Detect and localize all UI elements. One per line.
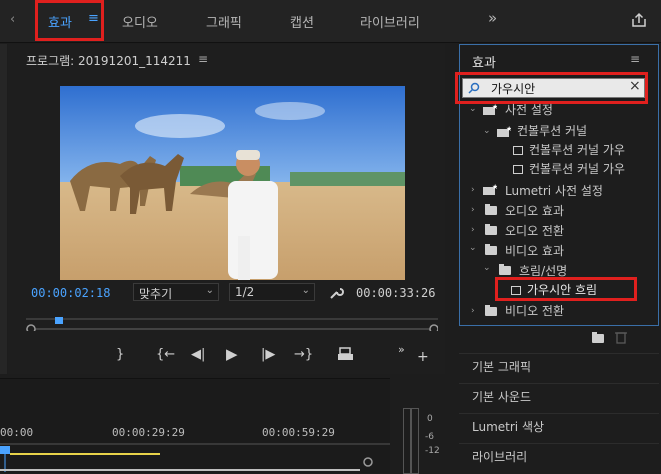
go-to-out-icon[interactable]: →}	[294, 347, 313, 362]
svg-text:★: ★	[492, 104, 497, 111]
playhead[interactable]	[55, 317, 63, 324]
scrubber-end-handle[interactable]	[429, 324, 438, 331]
video-frame	[60, 86, 405, 280]
effects-tab-highlight	[35, 0, 104, 41]
tree-item-audio-effects[interactable]: 오디오 효과	[505, 202, 564, 219]
meter-label: -6	[425, 432, 434, 442]
folder-icon	[485, 305, 497, 316]
chevron-down-icon: ⌄	[205, 285, 214, 296]
export-frame-icon[interactable]	[337, 347, 355, 361]
timeline-time-label: 00:00:29:29	[112, 426, 185, 439]
collapse-chevron-icon[interactable]: ›	[471, 306, 475, 316]
add-button-icon[interactable]: +	[417, 349, 429, 365]
wrench-icon[interactable]	[328, 285, 344, 301]
audio-meter: 0 -6 -12	[395, 400, 445, 474]
expand-chevron-icon[interactable]: ⌄	[483, 263, 491, 273]
current-timecode[interactable]: 00:00:02:18	[31, 286, 110, 300]
play-icon[interactable]: ▶	[226, 345, 238, 363]
tree-item-presets[interactable]: 사전 설정	[505, 101, 553, 118]
gaussian-blur-highlight	[495, 277, 637, 301]
meter-bar-right	[411, 408, 419, 474]
resolution-dropdown-value: 1/2	[235, 285, 255, 299]
tree-item-convolution-gaussian-1[interactable]: 컨볼루션 커널 가우	[529, 141, 625, 158]
expand-chevron-icon[interactable]: ⌄	[469, 104, 477, 114]
meter-label: -12	[425, 446, 440, 456]
effects-panel-title: 효과	[472, 56, 496, 71]
new-bin-icon[interactable]	[592, 332, 604, 343]
panel-label: 기본 그래픽	[472, 360, 532, 374]
workspace-tab-captions[interactable]: 캡션	[290, 12, 314, 31]
expand-chevron-icon[interactable]: ⌄	[469, 243, 477, 253]
step-back-icon[interactable]: ◀|	[191, 347, 205, 362]
panel-label: Lumetri 색상	[472, 420, 545, 434]
preset-folder-icon: ★	[483, 104, 497, 115]
share-icon[interactable]	[630, 11, 648, 29]
more-workspaces-icon[interactable]: »	[488, 9, 497, 27]
timeline-ruler[interactable]	[0, 440, 390, 472]
workspace-tab-audio[interactable]: 오디오	[122, 12, 158, 31]
tree-item-convolution-kernel[interactable]: 컨볼루션 커널	[517, 122, 587, 139]
left-arrow-icon[interactable]: ‹	[10, 12, 15, 27]
more-controls-icon[interactable]: »	[398, 343, 405, 356]
folder-icon	[485, 204, 497, 215]
mark-in-out-icon[interactable]: }	[116, 347, 124, 362]
svg-text:★: ★	[492, 184, 497, 191]
panel-lumetri-color[interactable]: Lumetri 색상	[459, 413, 659, 438]
chevron-down-icon: ⌄	[301, 285, 310, 296]
panel-essential-graphics[interactable]: 기본 그래픽	[459, 353, 659, 378]
collapse-chevron-icon[interactable]: ›	[471, 225, 475, 235]
panel-essential-sound[interactable]: 기본 사운드	[459, 383, 659, 408]
tree-item-video-effects[interactable]: 비디오 효과	[505, 242, 564, 259]
meter-label: 0	[427, 414, 433, 424]
workspace-tab-graphics[interactable]: 그래픽	[206, 12, 242, 31]
timeline-time-label: 00:00	[0, 426, 34, 439]
preset-folder-icon: ★	[483, 184, 497, 195]
collapse-chevron-icon[interactable]: ›	[471, 205, 475, 215]
folder-icon	[499, 264, 511, 275]
panel-label: 라이브러리	[472, 450, 528, 464]
go-to-in-icon[interactable]: {←	[156, 347, 175, 362]
collapse-chevron-icon[interactable]: ›	[471, 185, 475, 195]
zoom-handle[interactable]	[363, 457, 373, 467]
effects-panel-menu-icon[interactable]: ≡	[630, 52, 640, 66]
duration-timecode: 00:00:33:26	[356, 286, 436, 300]
resolution-dropdown[interactable]: 1/2 ⌄	[229, 283, 315, 301]
effect-preset-icon	[513, 146, 523, 155]
scrubber-start-handle[interactable]	[26, 324, 36, 331]
timeline-time-label: 00:00:59:29	[262, 426, 335, 439]
panel-label: 기본 사운드	[472, 390, 532, 404]
folder-icon	[485, 224, 497, 235]
preset-folder-icon: ★	[497, 126, 511, 137]
expand-chevron-icon[interactable]: ⌄	[483, 126, 491, 136]
step-forward-icon[interactable]: |▶	[261, 347, 275, 362]
left-panel-edge	[0, 44, 7, 374]
panel-libraries[interactable]: 라이브러리	[459, 443, 659, 468]
tree-item-video-transitions[interactable]: 비디오 전환	[505, 302, 564, 319]
meter-bar-left	[403, 408, 411, 474]
search-highlight	[455, 72, 648, 104]
tree-item-audio-transitions[interactable]: 오디오 전환	[505, 222, 564, 239]
workspace-tab-libraries[interactable]: 라이브러리	[360, 12, 420, 31]
program-menu-icon[interactable]: ≡	[198, 52, 208, 66]
program-scrubber[interactable]	[26, 317, 438, 331]
effect-preset-icon	[513, 165, 523, 174]
tree-item-convolution-gaussian-2[interactable]: 컨볼루션 커널 가우	[529, 160, 625, 177]
folder-icon	[485, 244, 497, 255]
tree-item-lumetri-presets[interactable]: Lumetri 사전 설정	[505, 182, 603, 199]
fit-dropdown[interactable]: 맞추기 ⌄	[133, 283, 219, 301]
fit-dropdown-value: 맞추기	[139, 287, 173, 301]
program-monitor-title: 프로그램: 20191201_114211	[26, 54, 191, 68]
svg-text:★: ★	[506, 126, 511, 133]
trash-icon[interactable]	[615, 330, 627, 344]
